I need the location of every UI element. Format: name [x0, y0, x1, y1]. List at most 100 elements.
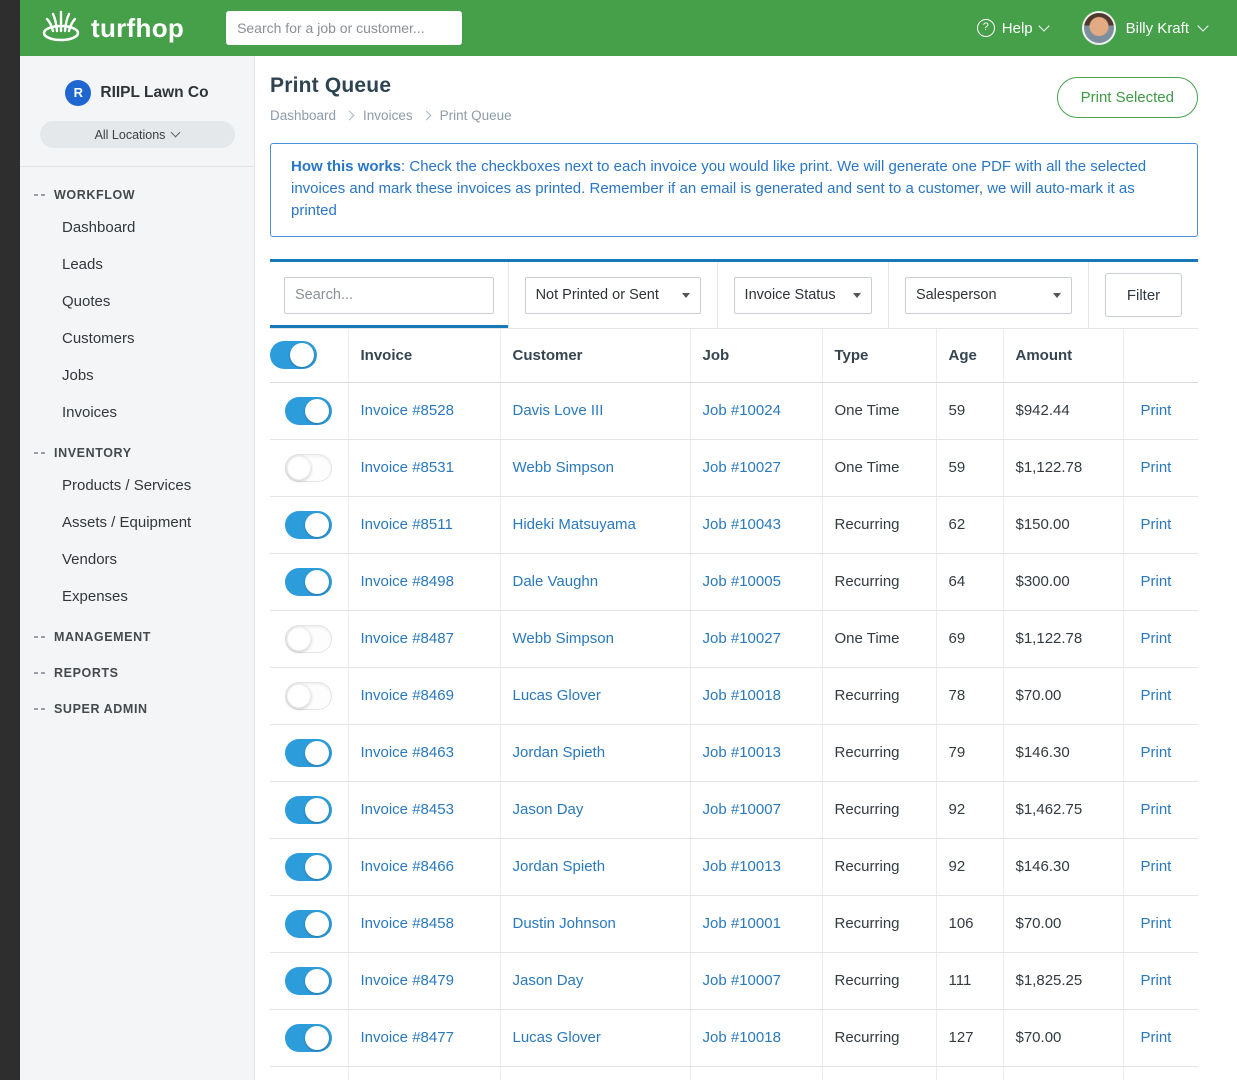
customer-link[interactable]: Dustin Johnson — [513, 915, 616, 932]
nav-section-inventory[interactable]: INVENTORY — [20, 431, 254, 467]
print-link[interactable]: Print — [1141, 744, 1172, 761]
job-link[interactable]: Job #10024 — [703, 402, 781, 419]
invoice-link[interactable]: Invoice #8453 — [361, 801, 454, 818]
customer-link[interactable]: Hideki Matsuyama — [513, 516, 636, 533]
nav-section-reports[interactable]: REPORTS — [20, 651, 254, 687]
row-select-toggle[interactable] — [285, 625, 332, 653]
job-link[interactable]: Job #10018 — [703, 1029, 781, 1046]
job-link[interactable]: Job #10007 — [703, 972, 781, 989]
print-link[interactable]: Print — [1141, 402, 1172, 419]
invoice-link[interactable]: Invoice #8531 — [361, 459, 454, 476]
global-search-input[interactable] — [226, 11, 462, 45]
sidebar-item-invoices[interactable]: Invoices — [20, 394, 254, 431]
invoice-link[interactable]: Invoice #8498 — [361, 573, 454, 590]
sidebar-item-leads[interactable]: Leads — [20, 246, 254, 283]
customer-link[interactable]: Jordan Spieth — [513, 744, 606, 761]
user-menu[interactable]: Billy Kraft — [1082, 11, 1207, 45]
job-link[interactable]: Job #10027 — [703, 459, 781, 476]
row-select-toggle[interactable] — [285, 511, 332, 539]
print-selected-button[interactable]: Print Selected — [1057, 77, 1198, 118]
row-select-toggle[interactable] — [285, 739, 332, 767]
sidebar-item-customers[interactable]: Customers — [20, 320, 254, 357]
location-selector[interactable]: All Locations — [40, 121, 235, 148]
toggle-knob — [305, 513, 329, 537]
print-link[interactable]: Print — [1141, 972, 1172, 989]
invoice-link[interactable]: Invoice #8458 — [361, 915, 454, 932]
job-link[interactable]: Job #10005 — [703, 573, 781, 590]
invoice-link[interactable]: Invoice #8511 — [361, 516, 453, 533]
invoice-link[interactable]: Invoice #8487 — [361, 630, 454, 647]
customer-link[interactable]: Webb Simpson — [513, 459, 614, 476]
row-select-toggle[interactable] — [285, 397, 332, 425]
sidebar-item-assets-equipment[interactable]: Assets / Equipment — [20, 504, 254, 541]
row-select-toggle[interactable] — [285, 454, 332, 482]
invoice-link[interactable]: Invoice #8469 — [361, 687, 454, 704]
job-link[interactable]: Job #10013 — [703, 744, 781, 761]
filter-salesperson-section: Salesperson — [889, 262, 1089, 328]
print-link[interactable]: Print — [1141, 801, 1172, 818]
job-link[interactable]: Job #10001 — [703, 915, 781, 932]
table-row-partial — [270, 1066, 1198, 1080]
customer-link[interactable]: Davis Love III — [513, 402, 604, 419]
sidebar-item-jobs[interactable]: Jobs — [20, 357, 254, 394]
row-select-toggle[interactable] — [285, 910, 332, 938]
customer-link[interactable]: Jordan Spieth — [513, 858, 606, 875]
sidebar-item-vendors[interactable]: Vendors — [20, 541, 254, 578]
customer-link[interactable]: Dale Vaughn — [513, 573, 599, 590]
print-link[interactable]: Print — [1141, 573, 1172, 590]
customer-link[interactable]: Webb Simpson — [513, 630, 614, 647]
sidebar-item-dashboard[interactable]: Dashboard — [20, 209, 254, 246]
invoice-link[interactable]: Invoice #8477 — [361, 1029, 454, 1046]
breadcrumb-dashboard[interactable]: Dashboard — [270, 108, 336, 123]
invoice-link[interactable]: Invoice #8479 — [361, 972, 454, 989]
breadcrumb-invoices[interactable]: Invoices — [363, 108, 413, 123]
print-link[interactable]: Print — [1141, 915, 1172, 932]
company-header: R RIIPL Lawn Co — [20, 80, 254, 106]
row-select-toggle[interactable] — [285, 853, 332, 881]
job-link[interactable]: Job #10027 — [703, 630, 781, 647]
sidebar-item-products-services[interactable]: Products / Services — [20, 467, 254, 504]
invoice-link[interactable]: Invoice #8463 — [361, 744, 454, 761]
help-menu[interactable]: ? Help — [977, 19, 1048, 37]
table-search-input[interactable] — [284, 277, 494, 314]
print-link[interactable]: Print — [1141, 630, 1172, 647]
invoice-status-select[interactable]: Invoice Status — [734, 277, 872, 314]
printed-filter-select[interactable]: Not Printed or Sent — [525, 277, 701, 314]
nav-section-management[interactable]: MANAGEMENT — [20, 615, 254, 651]
job-link[interactable]: Job #10013 — [703, 858, 781, 875]
nav-section-workflow[interactable]: WORKFLOW — [20, 173, 254, 209]
sidebar-item-expenses[interactable]: Expenses — [20, 578, 254, 615]
print-link[interactable]: Print — [1141, 1029, 1172, 1046]
chevron-down-icon — [171, 128, 181, 138]
job-link[interactable]: Job #10007 — [703, 801, 781, 818]
chevron-down-icon — [1197, 20, 1208, 31]
print-link[interactable]: Print — [1141, 459, 1172, 476]
filter-button[interactable]: Filter — [1105, 273, 1182, 317]
customer-link[interactable]: Jason Day — [513, 801, 584, 818]
print-link[interactable]: Print — [1141, 687, 1172, 704]
invoice-link[interactable]: Invoice #8528 — [361, 402, 454, 419]
row-select-toggle[interactable] — [285, 682, 332, 710]
row-select-toggle[interactable] — [285, 568, 332, 596]
customer-link[interactable]: Jason Day — [513, 972, 584, 989]
row-select-toggle[interactable] — [285, 796, 332, 824]
nav-section-super-admin[interactable]: SUPER ADMIN — [20, 687, 254, 723]
print-link[interactable]: Print — [1141, 516, 1172, 533]
row-select-toggle[interactable] — [285, 1024, 332, 1052]
job-link[interactable]: Job #10018 — [703, 687, 781, 704]
table-row: Invoice #8531 Webb Simpson Job #10027 On… — [270, 439, 1198, 496]
breadcrumb-separator-icon — [345, 111, 355, 121]
invoice-link[interactable]: Invoice #8466 — [361, 858, 454, 875]
invoice-type: Recurring — [822, 496, 936, 553]
print-link[interactable]: Print — [1141, 858, 1172, 875]
sidebar-item-quotes[interactable]: Quotes — [20, 283, 254, 320]
customer-link[interactable]: Lucas Glover — [513, 687, 601, 704]
salesperson-select[interactable]: Salesperson — [905, 277, 1072, 314]
customer-link[interactable]: Lucas Glover — [513, 1029, 601, 1046]
job-link[interactable]: Job #10043 — [703, 516, 781, 533]
brand-logo[interactable]: turfhop — [40, 10, 184, 47]
chevron-down-icon — [1038, 20, 1049, 31]
row-select-toggle[interactable] — [285, 967, 332, 995]
invoice-type: One Time — [822, 382, 936, 439]
select-all-toggle[interactable] — [270, 341, 317, 369]
